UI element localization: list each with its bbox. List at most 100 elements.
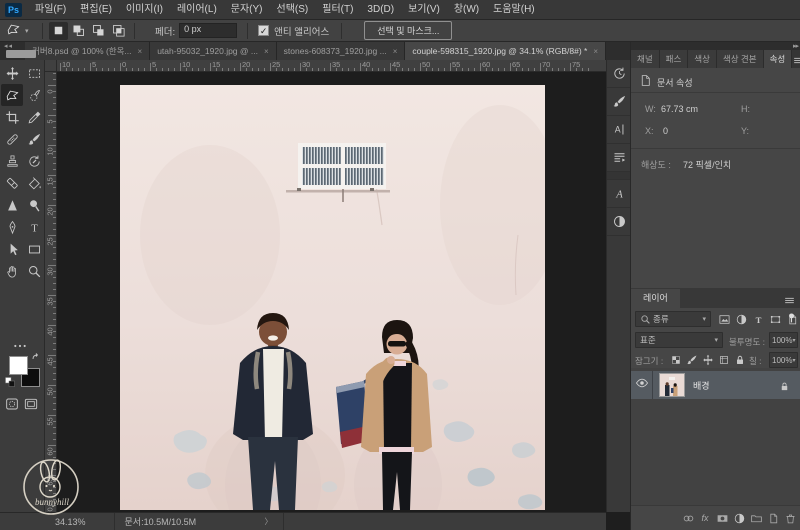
menu-item[interactable]: 레이어(L)	[170, 0, 224, 20]
pen-tool[interactable]	[1, 216, 23, 238]
path-selection-tool[interactable]	[1, 238, 23, 260]
sharpen-tool[interactable]	[1, 194, 23, 216]
move-lock-icon[interactable]	[701, 353, 715, 367]
glyphs-panel-icon[interactable]: A	[607, 180, 631, 208]
layer-filter-dropdown[interactable]: 종류 ▾	[635, 311, 711, 327]
quick-mask-button[interactable]	[4, 396, 20, 412]
menu-item[interactable]: 필터(T)	[315, 0, 360, 20]
add-selection-icon[interactable]	[69, 22, 88, 40]
move-tool[interactable]	[1, 62, 23, 84]
shape-filter-icon[interactable]	[768, 312, 783, 327]
layer-name[interactable]: 배경	[693, 379, 710, 392]
layer-visibility-toggle[interactable]	[631, 371, 653, 399]
zoom-level-field[interactable]: 34.13%	[55, 517, 86, 527]
filter-pin-icon[interactable]	[784, 310, 799, 325]
zoom-tool[interactable]	[23, 260, 45, 282]
new-layer-icon[interactable]	[766, 510, 780, 526]
adjustments-panel-icon[interactable]	[607, 208, 631, 236]
document-tab[interactable]: 커버8.psd @ 100% (한옥...×	[25, 42, 150, 60]
type-filter-icon[interactable]: T	[751, 312, 766, 327]
layer-thumbnail[interactable]	[659, 373, 685, 397]
panel-menu-icon[interactable]	[783, 294, 797, 308]
close-icon[interactable]: ×	[138, 47, 143, 56]
type-tool[interactable]: T	[23, 216, 45, 238]
menu-item[interactable]: 편집(E)	[73, 0, 119, 20]
dodge-tool[interactable]	[23, 194, 45, 216]
horizontal-ruler[interactable]: 105051015202530354045505560657075	[57, 60, 606, 72]
document-photo[interactable]	[120, 85, 545, 510]
canvas-area[interactable]	[57, 72, 606, 512]
layer-row-background[interactable]: 배경	[631, 371, 800, 399]
x-value[interactable]: 0	[663, 126, 668, 136]
brush-settings-icon[interactable]	[607, 88, 631, 116]
document-tab[interactable]: utah-95032_1920.jpg @ ...×	[150, 42, 276, 60]
folder-icon[interactable]	[749, 510, 763, 526]
blend-mode-dropdown[interactable]: 표준▾	[635, 332, 723, 348]
paragraph-panel-icon[interactable]	[607, 144, 631, 172]
menu-item[interactable]: 3D(D)	[360, 0, 401, 20]
tool-preset-picker[interactable]: ▾	[6, 22, 36, 40]
pixel-filter-icon[interactable]	[717, 312, 732, 327]
double-arrow-right-icon[interactable]: ▸▸	[793, 42, 798, 50]
panel-tab-색상 견본[interactable]: 색상 견본	[717, 50, 764, 68]
foreground-color-swatch[interactable]	[9, 356, 28, 375]
link-icon[interactable]	[681, 510, 695, 526]
close-icon[interactable]: ×	[393, 47, 398, 56]
history-panel-icon[interactable]	[607, 60, 631, 88]
spot-healing-tool[interactable]	[1, 128, 23, 150]
paint-bucket-tool[interactable]	[23, 172, 45, 194]
menu-item[interactable]: 문자(Y)	[224, 0, 270, 20]
screen-mode-button[interactable]	[23, 396, 39, 412]
opacity-dropdown[interactable]: 100%▾	[769, 332, 798, 348]
history-brush-tool[interactable]	[23, 150, 45, 172]
panel-menu-icon[interactable]	[792, 54, 800, 68]
panel-tab-속성[interactable]: 속성	[764, 50, 793, 68]
subtract-selection-icon[interactable]	[89, 22, 108, 40]
document-tab[interactable]: couple-598315_1920.jpg @ 34.1% (RGB/8#) …	[405, 42, 606, 60]
fill-dropdown[interactable]: 100%▾	[769, 352, 798, 368]
menu-item[interactable]: 보기(V)	[401, 0, 447, 20]
tab-overflow-stub[interactable]: ◂◂	[0, 42, 25, 60]
mask-icon[interactable]	[715, 510, 729, 526]
frame-lock-icon[interactable]	[717, 353, 731, 367]
swap-colors-icon[interactable]	[30, 352, 42, 364]
feather-input[interactable]: 0 px	[179, 23, 237, 38]
panel-tab-색상[interactable]: 색상	[688, 50, 717, 68]
antialias-checkbox[interactable]: ✓	[258, 25, 269, 36]
default-colors-icon[interactable]	[4, 376, 16, 388]
panel-tab-패스[interactable]: 패스	[660, 50, 689, 68]
new-selection-icon[interactable]	[49, 22, 68, 40]
tab-layers[interactable]: 레이어	[631, 289, 680, 308]
brush-tool[interactable]	[23, 128, 45, 150]
eyedropper-tool[interactable]	[23, 106, 45, 128]
eraser-tool[interactable]	[1, 172, 23, 194]
rect-marquee-tool[interactable]	[23, 62, 45, 84]
hand-tool[interactable]	[1, 260, 23, 282]
polygonal-lasso-tool[interactable]	[1, 84, 23, 106]
status-arrow-button[interactable]: 〉	[265, 516, 273, 527]
intersect-selection-icon[interactable]	[109, 22, 128, 40]
menu-item[interactable]: 파일(F)	[28, 0, 73, 20]
adjust-filter-icon[interactable]	[734, 312, 749, 327]
trash-icon[interactable]	[783, 510, 797, 526]
w-value[interactable]: 67.73 cm	[661, 104, 698, 114]
panel-tab-채널[interactable]: 채널	[631, 50, 660, 68]
close-icon[interactable]: ×	[264, 47, 269, 56]
ruler-origin-corner[interactable]	[45, 60, 57, 72]
vertical-ruler[interactable]: 0510152025303540455055606570	[45, 72, 57, 512]
menu-item[interactable]: 이미지(I)	[119, 0, 170, 20]
edit-toolbar-ellipsis-icon[interactable]	[12, 338, 28, 354]
clone-stamp-tool[interactable]	[1, 150, 23, 172]
select-and-mask-button[interactable]: 선택 및 마스크...	[364, 21, 452, 40]
menu-item[interactable]: 선택(S)	[270, 0, 316, 20]
close-icon[interactable]: ×	[593, 47, 598, 56]
shape-tool[interactable]	[23, 238, 45, 260]
adjust-filter-icon[interactable]	[732, 510, 746, 526]
brush-lock-icon[interactable]	[685, 353, 699, 367]
menu-item[interactable]: 도움말(H)	[486, 0, 541, 20]
fx-icon[interactable]: fx	[698, 510, 712, 526]
character-panel-icon[interactable]: A	[607, 116, 631, 144]
menu-item[interactable]: 창(W)	[447, 0, 486, 20]
checkerboard-icon[interactable]	[669, 353, 683, 367]
lock-icon[interactable]	[733, 353, 747, 367]
